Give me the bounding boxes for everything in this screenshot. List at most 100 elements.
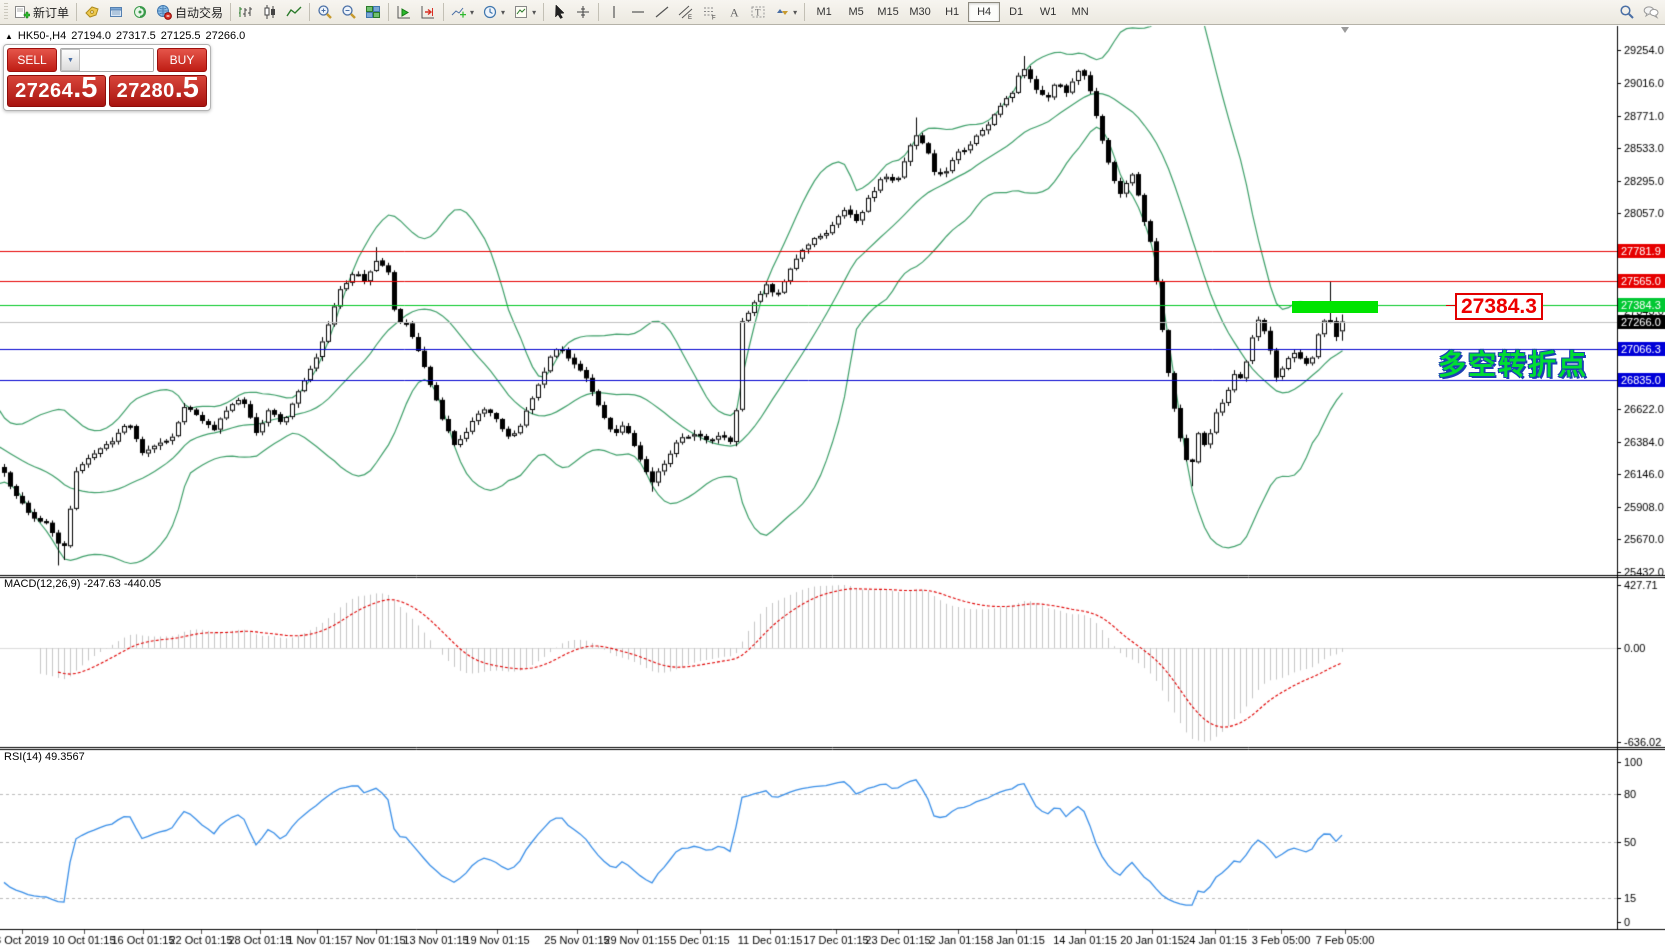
data-window-icon	[108, 4, 124, 20]
vertical-line-button[interactable]	[602, 1, 626, 23]
buy-button[interactable]: BUY	[157, 48, 207, 72]
chart-shift-button[interactable]	[416, 1, 440, 23]
volume-stepper: ▼ ▲	[60, 48, 154, 72]
indicators-button[interactable]: ▾	[447, 1, 478, 23]
main-toolbar: 新订单 自动交易 ▾ ▾ ▾ E FAT ▾ M1M5M15M30H1H4D1W1MN	[0, 0, 1665, 25]
mt4-trading-window: 新订单 自动交易 ▾ ▾ ▾ E FAT ▾ M1M5M15M30H1H4D1W1MN ▲ HK…	[0, 0, 1665, 949]
vline-icon	[606, 4, 622, 20]
tile-windows-button[interactable]	[361, 1, 385, 23]
resistance-zone-rectangle[interactable]	[1292, 301, 1378, 313]
indicators-icon	[451, 4, 467, 20]
zoom-in-button[interactable]	[313, 1, 337, 23]
dropdown-caret-icon[interactable]: ▾	[532, 8, 536, 17]
chart-shift-marker[interactable]	[1341, 27, 1349, 33]
auto-scroll-button[interactable]	[392, 1, 416, 23]
toolbar-separator	[443, 3, 444, 21]
one-click-trading-panel: SELL ▼ ▲ BUY 27264 .5 27280 .5	[3, 44, 211, 111]
toolbar-separator	[309, 3, 310, 21]
crosshair-button[interactable]	[571, 1, 595, 23]
toolbar-separator	[598, 3, 599, 21]
market-watch-button[interactable]	[80, 1, 104, 23]
equidistant-channel-button[interactable]: E	[674, 1, 698, 23]
dropdown-caret-icon[interactable]: ▾	[793, 8, 797, 17]
buy-price-frac: .5	[175, 78, 199, 98]
toolbar-grip	[4, 3, 8, 21]
timeframe-button-h4[interactable]: H4	[968, 2, 1000, 22]
data-window-button[interactable]	[104, 1, 128, 23]
zoom-out-icon	[341, 4, 357, 20]
text-button[interactable]: A	[722, 1, 746, 23]
chart-title: ▲ HK50-,H4 27194.0 27317.5 27125.5 27266…	[5, 30, 245, 42]
price-chart-canvas[interactable]	[0, 0, 1665, 949]
toolbar-separator	[230, 3, 231, 21]
volume-decrease-button[interactable]: ▼	[61, 49, 80, 71]
new-order-button[interactable]: 新订单	[10, 1, 73, 23]
horizontal-line-button[interactable]	[626, 1, 650, 23]
candlestick-icon	[262, 4, 278, 20]
dropdown-caret-icon[interactable]: ▾	[470, 8, 474, 17]
text-label-icon: T	[750, 4, 766, 20]
toolbar-separator	[76, 3, 77, 21]
sell-price[interactable]: 27264 .5	[7, 75, 106, 107]
dropdown-caret-icon[interactable]: ▾	[501, 8, 505, 17]
ohlc-close: 27266.0	[206, 30, 246, 42]
crosshair-icon	[575, 4, 591, 20]
sell-button[interactable]: SELL	[7, 48, 57, 72]
periods-icon	[482, 4, 498, 20]
cursor-icon	[551, 4, 567, 20]
zoom-in-icon	[317, 4, 333, 20]
collapse-icon[interactable]: ▲	[5, 32, 13, 41]
channel-icon: E	[678, 4, 694, 20]
new-order-icon	[14, 4, 30, 20]
search-button[interactable]	[1615, 1, 1639, 23]
chat-icon	[1643, 4, 1659, 20]
new-order-button-label: 新订单	[33, 4, 69, 21]
toolbar-separator	[543, 3, 544, 21]
autotrade-button-label: 自动交易	[175, 4, 223, 21]
line-chart-icon	[286, 4, 302, 20]
templates-button[interactable]: ▾	[509, 1, 540, 23]
turning-point-annotation[interactable]: 多空转折点	[1438, 343, 1588, 383]
text-label-button[interactable]: T	[746, 1, 770, 23]
timeframe-button-d1[interactable]: D1	[1000, 2, 1032, 22]
chat-button[interactable]	[1639, 1, 1663, 23]
navigator-button[interactable]	[128, 1, 152, 23]
chart-shift-icon	[420, 4, 436, 20]
bar-chart-button[interactable]	[234, 1, 258, 23]
arrows-button[interactable]: ▾	[770, 1, 801, 23]
autotrade-button[interactable]: 自动交易	[152, 1, 227, 23]
hline-icon	[630, 4, 646, 20]
tile-windows-icon	[365, 4, 381, 20]
price-callout-box[interactable]: 27384.3	[1455, 293, 1543, 320]
timeframe-button-w1[interactable]: W1	[1032, 2, 1064, 22]
timeframe-button-mn[interactable]: MN	[1064, 2, 1096, 22]
periods-button[interactable]: ▾	[478, 1, 509, 23]
buy-price-int: 27280	[117, 80, 175, 103]
search-icon	[1619, 4, 1635, 20]
timeframe-button-m15[interactable]: M15	[872, 2, 904, 22]
ohlc-high: 27317.5	[116, 30, 156, 42]
cursor-button[interactable]	[547, 1, 571, 23]
zoom-out-button[interactable]	[337, 1, 361, 23]
fibonacci-button[interactable]: F	[698, 1, 722, 23]
svg-text:E: E	[688, 15, 692, 20]
ohlc-open: 27194.0	[71, 30, 111, 42]
line-chart-button[interactable]	[282, 1, 306, 23]
timeframe-button-h1[interactable]: H1	[936, 2, 968, 22]
arrows-icon	[774, 4, 790, 20]
timeframe-button-m1[interactable]: M1	[808, 2, 840, 22]
symbol-period-label: HK50-,H4	[18, 30, 66, 42]
buy-price[interactable]: 27280 .5	[109, 75, 208, 107]
rsi-indicator-label: RSI(14) 49.3567	[4, 751, 85, 763]
timeframe-button-m30[interactable]: M30	[904, 2, 936, 22]
sell-price-int: 27264	[15, 80, 73, 103]
auto-scroll-icon	[396, 4, 412, 20]
timeframe-button-m5[interactable]: M5	[840, 2, 872, 22]
text-icon: A	[726, 4, 742, 20]
trendline-button[interactable]	[650, 1, 674, 23]
candlestick-chart-button[interactable]	[258, 1, 282, 23]
fibonacci-icon: F	[702, 4, 718, 20]
navigator-icon	[132, 4, 148, 20]
toolbar-separator	[804, 3, 805, 21]
volume-input[interactable]	[80, 49, 154, 71]
